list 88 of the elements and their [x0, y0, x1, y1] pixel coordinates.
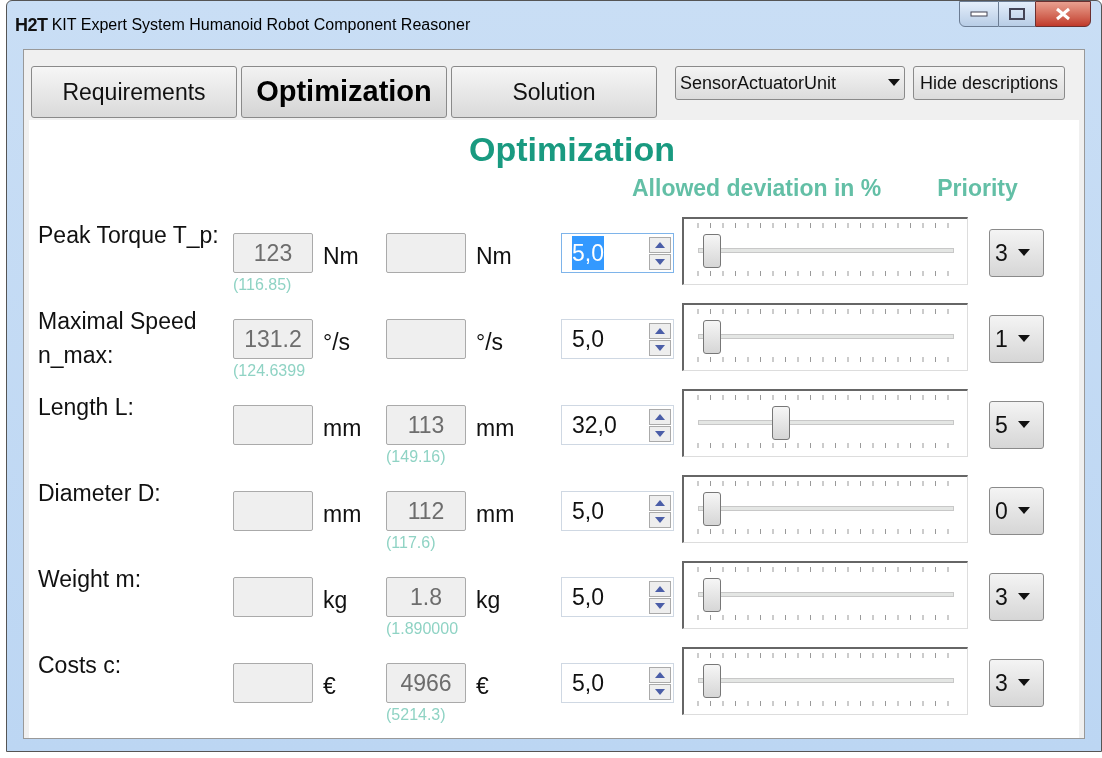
input-field[interactable] [233, 491, 313, 532]
component-dropdown[interactable]: SensorActuatorUnit [675, 66, 905, 100]
column-header: Priority [937, 173, 1018, 203]
close-button[interactable] [1035, 1, 1091, 27]
slider-thumb[interactable] [702, 664, 721, 698]
unit-label: °/s [323, 328, 351, 357]
window-title: KIT Expert System Humanoid Robot Component Reasoner [51, 15, 471, 35]
priority-dropdown[interactable]: 3 [989, 229, 1044, 277]
priority-dropdown[interactable]: 5 [989, 401, 1044, 449]
unit-label: Nm [323, 242, 359, 271]
priority-dropdown[interactable]: 0 [989, 487, 1044, 535]
dropdown-caret-icon [1017, 593, 1030, 601]
spin-up-icon[interactable] [649, 494, 671, 511]
app-logo: H2T [15, 16, 48, 34]
field-label: Costs c: [38, 651, 123, 680]
dropdown-caret-icon [1017, 679, 1030, 687]
input-field[interactable]: 131.2 [233, 319, 313, 360]
hint-text: (117.6) [386, 532, 436, 553]
maximize-icon [1008, 7, 1026, 21]
deviation-spinbox[interactable]: 5,0 [561, 491, 674, 531]
spin-down-icon[interactable] [649, 683, 671, 700]
input-field[interactable]: 1.8 [386, 577, 466, 618]
field-label: Maximal Speed n_max: [38, 307, 198, 370]
spin-up-icon[interactable] [649, 236, 671, 253]
hide-descriptions-button[interactable]: Hide descriptions [913, 66, 1066, 100]
hint-text: (124.6399 [233, 360, 306, 381]
field-label: Length L: [38, 393, 135, 422]
input-field[interactable]: 112 [386, 491, 466, 532]
priority-dropdown[interactable]: 1 [989, 315, 1044, 363]
input-field[interactable] [386, 233, 466, 274]
deviation-spinbox[interactable]: 5,0 [561, 319, 674, 359]
input-field[interactable]: 123 [233, 233, 313, 274]
unit-label: mm [476, 414, 515, 443]
priority-dropdown[interactable]: 3 [989, 573, 1044, 621]
unit-label: Nm [476, 242, 512, 271]
field-label: Diameter D: [38, 479, 162, 508]
tab[interactable]: Optimization [241, 66, 447, 118]
input-field[interactable]: 4966 [386, 663, 466, 704]
spin-down-icon[interactable] [649, 253, 671, 270]
dropdown-caret-icon [1017, 335, 1030, 343]
unit-label: mm [476, 500, 515, 529]
slider-thumb[interactable] [702, 234, 721, 268]
field-label: Weight m: [38, 565, 143, 594]
spin-down-icon[interactable] [649, 425, 671, 442]
tab[interactable]: Solution [451, 66, 657, 118]
dropdown-caret-icon [1017, 507, 1030, 515]
section-heading: Optimization [468, 129, 676, 166]
maximize-button[interactable] [999, 1, 1035, 27]
unit-label: mm [323, 500, 362, 529]
minimize-button[interactable] [959, 1, 999, 27]
input-field[interactable] [233, 663, 313, 704]
input-field[interactable] [233, 577, 313, 618]
deviation-spinbox[interactable]: 5,0 [561, 663, 674, 703]
hint-text: (1.890000 [386, 618, 459, 639]
spin-down-icon[interactable] [649, 511, 671, 528]
dropdown-caret-icon [888, 79, 900, 87]
slider-thumb[interactable] [702, 492, 721, 526]
hint-text: (149.16) [386, 446, 446, 467]
slider-thumb[interactable] [771, 406, 790, 440]
slider-thumb[interactable] [702, 320, 721, 354]
dropdown-caret-icon [1017, 249, 1030, 257]
unit-label: mm [323, 414, 362, 443]
spin-up-icon[interactable] [649, 666, 671, 683]
close-icon [1055, 7, 1071, 21]
spin-up-icon[interactable] [649, 580, 671, 597]
unit-label: € [476, 672, 489, 701]
unit-label: kg [323, 586, 348, 615]
input-field[interactable] [233, 405, 313, 446]
unit-label: kg [476, 586, 501, 615]
deviation-spinbox[interactable]: 5,0 [561, 577, 674, 617]
priority-dropdown[interactable]: 3 [989, 659, 1044, 707]
dropdown-caret-icon [1017, 421, 1030, 429]
minimize-icon [970, 11, 988, 17]
column-header: Allowed deviation in % [632, 173, 882, 203]
tab[interactable]: Requirements [31, 66, 237, 118]
input-field[interactable]: 113 [386, 405, 466, 446]
hint-text: (5214.3) [386, 704, 446, 725]
field-label: Peak Torque T_p: [38, 221, 220, 250]
unit-label: °/s [476, 328, 504, 357]
input-field[interactable] [386, 319, 466, 360]
spin-up-icon[interactable] [649, 408, 671, 425]
hint-text: (116.85) [233, 274, 292, 295]
spin-down-icon[interactable] [649, 597, 671, 614]
spin-down-icon[interactable] [649, 339, 671, 356]
unit-label: € [323, 672, 336, 701]
spin-up-icon[interactable] [649, 322, 671, 339]
slider-thumb[interactable] [702, 578, 721, 612]
deviation-spinbox[interactable]: 32,0 [561, 405, 674, 445]
